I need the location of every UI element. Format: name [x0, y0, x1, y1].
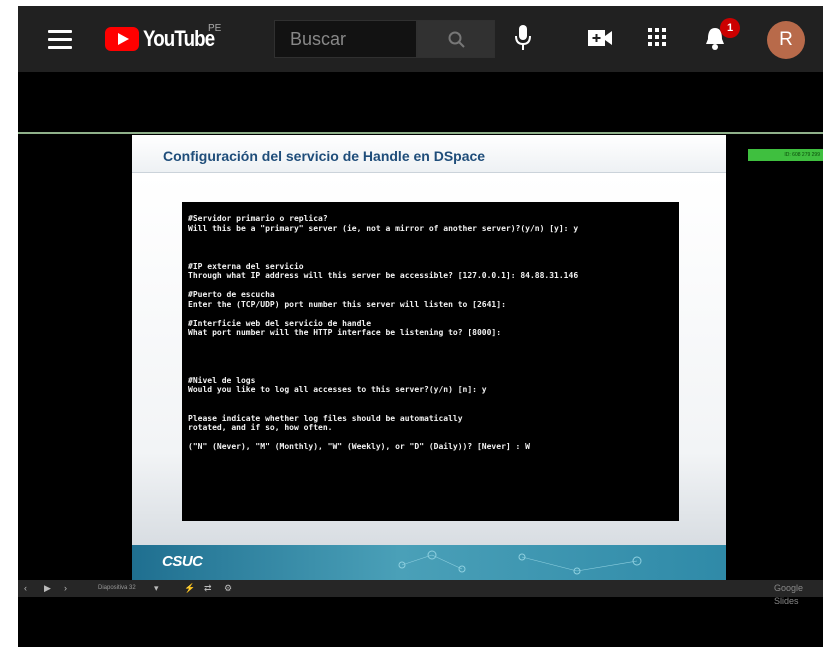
brand-label: Google Slides	[774, 583, 804, 606]
youtube-header: YouTube PE Buscar 1 R	[18, 6, 823, 72]
next-slide-icon[interactable]: ›	[64, 582, 67, 595]
logo-text: YouTube	[143, 26, 215, 51]
apps-grid-icon[interactable]	[647, 27, 667, 47]
prev-slide-icon[interactable]: ‹	[24, 582, 27, 595]
terminal-window: #Servidor primario o replica? Will this …	[182, 202, 679, 521]
slide-number[interactable]: Diapositiva 32	[98, 582, 136, 595]
microphone-icon[interactable]	[514, 24, 532, 52]
divider-line	[18, 132, 823, 134]
laser-icon[interactable]: ⚡	[184, 582, 195, 595]
slide-header: Configuración del servicio de Handle en …	[132, 135, 726, 173]
play-icon[interactable]: ▶	[44, 582, 51, 595]
avatar[interactable]: R	[767, 21, 805, 59]
menu-icon[interactable]	[48, 30, 72, 49]
youtube-play-icon	[105, 27, 139, 51]
fullscreen-icon[interactable]: ⇄	[204, 582, 212, 595]
slides-control-bar: ‹ ▶ › Diapositiva 32 ▾ ⚡ ⇄ ⚙ Google Slid…	[18, 580, 823, 606]
id-tag: ID: 608 279 299	[748, 149, 823, 161]
country-code: PE	[208, 23, 222, 34]
search-placeholder: Buscar	[290, 29, 347, 49]
csuc-logo: CSUC	[162, 553, 203, 570]
video-player[interactable]: Configuración del servicio de Handle en …	[18, 72, 823, 647]
search-icon	[448, 31, 465, 48]
slide-title: Configuración del servicio de Handle en …	[163, 148, 486, 164]
notification-badge: 1	[720, 18, 740, 38]
settings-gear-icon[interactable]: ⚙	[224, 582, 232, 595]
search-button[interactable]	[417, 20, 495, 58]
terminal-output: #Servidor primario o replica? Will this …	[188, 214, 579, 451]
network-pattern-icon	[398, 550, 642, 575]
youtube-logo[interactable]: YouTube PE	[105, 23, 227, 53]
search-input[interactable]: Buscar	[274, 20, 417, 58]
presentation-slide: Configuración del servicio de Handle en …	[132, 135, 726, 580]
create-video-icon[interactable]	[587, 28, 613, 48]
slide-footer: CSUC	[132, 545, 726, 580]
dropdown-icon[interactable]: ▾	[154, 582, 159, 595]
